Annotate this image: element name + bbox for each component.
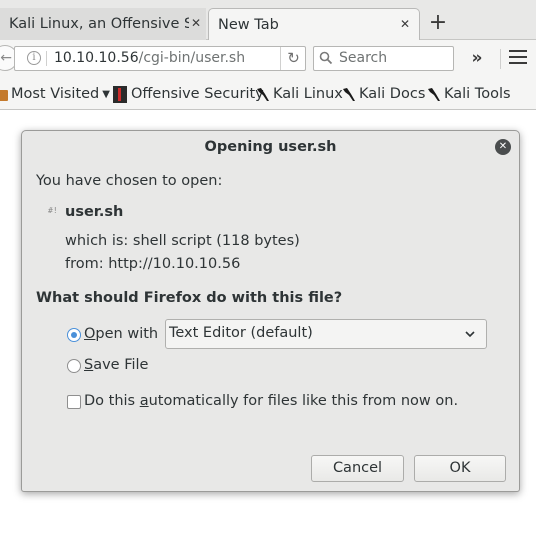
chevron-down-icon: ▼	[102, 88, 110, 100]
bookmark-label: Kali Linux	[273, 86, 343, 102]
site-info-icon[interactable]: i	[27, 51, 41, 65]
open-with-label[interactable]: Open with	[84, 326, 158, 342]
cancel-button[interactable]: Cancel	[311, 455, 404, 482]
bookmark-offensive-security[interactable]: Offensive Security	[113, 78, 264, 110]
new-tab-button[interactable]: +	[424, 12, 452, 36]
ok-button[interactable]: OK	[414, 455, 506, 482]
offensive-security-icon	[113, 85, 127, 103]
file-type: which is: shell script (118 bytes)	[65, 233, 300, 249]
auto-action-label[interactable]: Do this automatically for files like thi…	[84, 393, 458, 409]
bookmark-most-visited[interactable]: Most Visited ▼	[0, 78, 110, 110]
file-name: user.sh	[65, 204, 124, 220]
auto-action-checkbox[interactable]	[67, 395, 81, 409]
kali-dragon-icon	[428, 88, 440, 101]
bookmark-kali-linux[interactable]: Kali Linux	[256, 78, 343, 110]
save-file-radio[interactable]	[67, 359, 81, 373]
reload-icon[interactable]: ↻	[280, 47, 306, 70]
auto-action-text-pre: Do this	[84, 393, 140, 409]
kali-dragon-icon	[343, 88, 355, 101]
open-file-dialog: Opening user.sh ✕ You have chosen to ope…	[21, 130, 520, 492]
overflow-chevron-icon[interactable]: »	[466, 48, 488, 70]
url-path: /cgi-bin/user.sh	[138, 50, 246, 66]
save-file-mnemonic: S	[84, 357, 94, 373]
bookmark-kali-tools[interactable]: Kali Tools	[427, 78, 511, 110]
application-select-value: Text Editor (default)	[169, 325, 313, 341]
file-icon: #!	[48, 206, 58, 215]
bookmark-label: Most Visited	[11, 86, 100, 102]
bookmark-label: Kali Tools	[444, 86, 511, 102]
dialog-intro: You have chosen to open:	[36, 173, 223, 189]
file-source: from: http://10.10.10.56	[65, 256, 241, 272]
search-bar[interactable]: Search	[313, 46, 454, 71]
tab-title: New Tab	[218, 17, 279, 33]
save-file-text: ave File	[93, 357, 149, 373]
search-icon	[319, 51, 333, 65]
auto-action-mnemonic: a	[139, 393, 149, 409]
dialog-title: Opening user.sh	[204, 139, 337, 155]
tab-strip: Kali Linux, an Offensive S… ✕ New Tab ✕ …	[0, 0, 536, 41]
application-select[interactable]: Text Editor (default)	[165, 319, 487, 349]
kali-dragon-icon	[257, 88, 269, 101]
back-arrow-icon: ←	[0, 50, 12, 66]
url-bar[interactable]: i 10.10.10.56/cgi-bin/user.sh ↻	[14, 46, 306, 71]
open-with-mnemonic: O	[84, 326, 96, 342]
tab-close-icon[interactable]: ✕	[188, 15, 204, 31]
search-input[interactable]: Search	[339, 50, 387, 66]
navigation-bar: ← i 10.10.10.56/cgi-bin/user.sh ↻ Search…	[0, 40, 536, 78]
tab-title: Kali Linux, an Offensive S…	[9, 16, 189, 32]
tab-kali-linux[interactable]: Kali Linux, an Offensive S… ✕	[0, 8, 206, 40]
hamburger-menu-icon[interactable]	[509, 50, 527, 66]
open-with-radio[interactable]	[67, 328, 81, 342]
folder-icon	[0, 89, 8, 101]
auto-action-text: utomatically for files like this from no…	[148, 393, 459, 409]
url-host: 10.10.10.56	[54, 50, 139, 66]
close-icon[interactable]: ✕	[495, 139, 511, 155]
bookmark-label: Kali Docs	[359, 86, 426, 102]
bookmark-kali-docs[interactable]: Kali Docs	[342, 78, 425, 110]
toolbar-separator	[500, 49, 501, 69]
url-text[interactable]: 10.10.10.56/cgi-bin/user.sh	[54, 50, 245, 66]
tab-new-tab[interactable]: New Tab ✕	[208, 8, 420, 41]
bookmark-label: Offensive Security	[131, 86, 264, 102]
bookmarks-toolbar: Most Visited ▼ Offensive Security Kali L…	[0, 78, 536, 110]
save-file-label[interactable]: Save File	[84, 357, 148, 373]
tab-close-icon[interactable]: ✕	[397, 16, 413, 32]
url-separator	[46, 51, 47, 66]
dialog-question: What should Firefox do with this file?	[36, 290, 343, 306]
open-with-text: pen with	[95, 326, 159, 342]
chevron-down-icon	[465, 331, 475, 338]
